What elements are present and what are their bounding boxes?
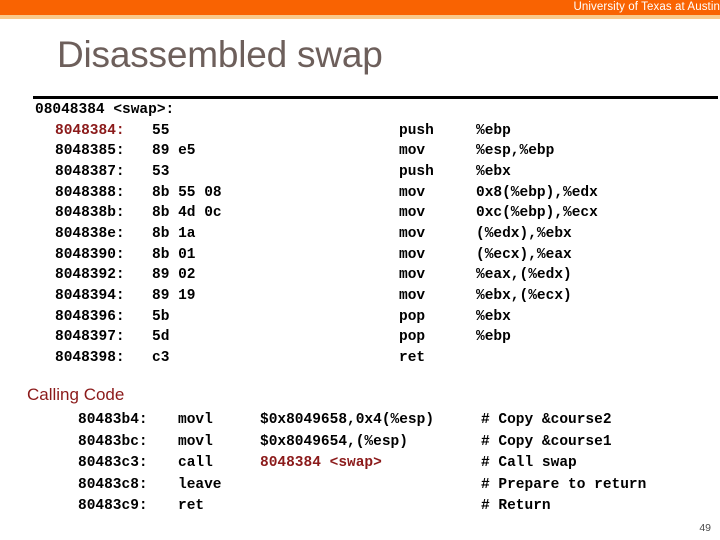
calling-code-listing: 80483b4: movl $0x8049658,0x4(%esp) # Copy &… [33,410,720,518]
page-title: Disassembled swap [57,34,383,75]
instruction-operands: 0x8(%ebp),%edx [476,184,598,201]
disassembly-row: 8048397: 5d pop %ebp [33,327,720,348]
disassembly-row: 8048398: c3 ret [33,348,720,369]
instruction-address: 804838e: [55,225,125,242]
call-instruction-operands: $0x8049658,0x4(%esp) [260,412,435,428]
instruction-mnemonic: mov [399,184,426,201]
call-instruction-address: 80483c9: [78,498,148,514]
instruction-mnemonic: push [399,122,434,139]
disassembly-row: 8048392: 89 02 mov %eax,(%edx) [33,265,720,286]
instruction-operands: %ebp [476,122,511,139]
title-divider [33,96,718,99]
instruction-address: 8048390: [55,246,125,263]
instruction-operands: %ebx,(%ecx) [476,288,572,304]
instruction-operands: %ebp [476,329,511,346]
instruction-operands: %eax,(%edx) [476,267,572,284]
instruction-bytes: 8b 4d 0c [152,205,222,222]
call-instruction-comment: # Copy &course1 [481,433,612,450]
disassembly-row: 8048385: 89 e5 mov %esp,%ebp [33,141,720,162]
instruction-operands: %ebx [476,308,511,325]
call-instruction-comment: # Call swap [481,455,577,471]
instruction-mnemonic: ret [399,350,426,367]
call-instruction-comment: # Return [481,498,551,514]
page-number: 49 [699,522,711,534]
disassembly-row: 804838b: 8b 4d 0c mov 0xc(%ebp),%ecx [33,203,720,224]
call-instruction-mnemonic: leave [178,476,222,493]
instruction-address: 804838b: [55,205,125,222]
instruction-operands: %esp,%ebp [476,143,555,160]
instruction-mnemonic: mov [399,225,426,242]
instruction-address: 8048385: [55,143,125,160]
disassembly-row: 8048396: 5b pop %ebx [33,307,720,328]
instruction-bytes: 8b 01 [152,246,196,263]
calling-code-rows: 80483b4: movl $0x8049658,0x4(%esp) # Copy &… [33,410,720,518]
instruction-address: 8048396: [55,308,125,325]
disassembly-row: 8048387: 53 push %ebx [33,162,720,183]
instruction-operands: (%edx),%ebx [476,225,572,242]
call-instruction-address: 80483b4: [78,412,148,428]
instruction-mnemonic: mov [399,205,426,222]
instruction-bytes: 89 02 [152,267,196,284]
disassembly-header: 08048384 <swap>: [35,102,175,118]
instruction-bytes: 8b 55 08 [152,184,222,201]
calling-code-heading: Calling Code [27,385,125,404]
instruction-bytes: 55 [152,122,170,139]
instruction-address: 8048398: [55,350,125,367]
instruction-mnemonic: mov [399,288,426,304]
instruction-mnemonic: pop [399,329,426,346]
disassembly-row: 8048390: 8b 01 mov (%ecx),%eax [33,245,720,266]
instruction-bytes: 53 [152,163,170,180]
instruction-mnemonic: mov [399,143,426,160]
instruction-address: 8048397: [55,329,125,346]
call-instruction-mnemonic: movl [178,412,213,428]
call-instruction-mnemonic: call [178,455,213,471]
university-name: University of Texas at Austin [573,1,720,13]
call-instruction-address: 80483bc: [78,433,148,450]
call-instruction-comment: # Copy &course2 [481,412,612,428]
disassembly-rows: 8048384: 55 push %ebp 8048385: 89 e5 mov %esp,%… [33,121,720,369]
banner-underline [0,15,720,19]
calling-code-row: 80483c8: leave # Prepare to return [33,475,720,497]
disassembly-row: 8048394: 89 19 mov %ebx,(%ecx) [33,286,720,307]
calling-code-row: 80483bc: movl $0x8049654,(%esp) # Copy &cou… [33,432,720,454]
instruction-address: 8048394: [55,288,125,304]
instruction-address: 8048392: [55,267,125,284]
top-banner: University of Texas at Austin [0,0,720,15]
calling-code-row: 80483c3: call 8048384 <swap> # Call swap [33,453,720,475]
call-instruction-operands: $0x8049654,(%esp) [260,433,408,450]
instruction-bytes: 89 e5 [152,143,196,160]
instruction-mnemonic: mov [399,246,426,263]
disassembly-row: 8048388: 8b 55 08 mov 0x8(%ebp),%edx [33,183,720,204]
instruction-mnemonic: push [399,163,434,180]
instruction-address: 8048388: [55,184,125,201]
instruction-operands: %ebx [476,163,511,180]
instruction-bytes: 5b [152,308,170,325]
disassembly-listing: 08048384 <swap>: 8048384: 55 push %ebp 80483… [33,100,720,369]
instruction-bytes: 8b 1a [152,225,196,242]
instruction-bytes: c3 [152,350,170,367]
instruction-operands: (%ecx),%eax [476,246,572,263]
instruction-address: 8048387: [55,163,125,180]
call-instruction-mnemonic: ret [178,498,205,514]
disassembly-row: 8048384: 55 push %ebp [33,121,720,142]
instruction-mnemonic: mov [399,267,426,284]
disassembly-row: 804838e: 8b 1a mov (%edx),%ebx [33,224,720,245]
instruction-bytes: 89 19 [152,288,196,304]
instruction-address: 8048384: [55,122,125,139]
call-instruction-mnemonic: movl [178,433,213,450]
call-instruction-comment: # Prepare to return [481,476,647,493]
calling-code-row: 80483c9: ret # Return [33,496,720,518]
instruction-bytes: 5d [152,329,170,346]
instruction-mnemonic: pop [399,308,426,325]
call-instruction-address: 80483c8: [78,476,148,493]
calling-code-row: 80483b4: movl $0x8049658,0x4(%esp) # Copy &… [33,410,720,432]
call-instruction-address: 80483c3: [78,455,148,471]
call-instruction-operands: 8048384 <swap> [260,455,382,471]
instruction-operands: 0xc(%ebp),%ecx [476,205,598,222]
